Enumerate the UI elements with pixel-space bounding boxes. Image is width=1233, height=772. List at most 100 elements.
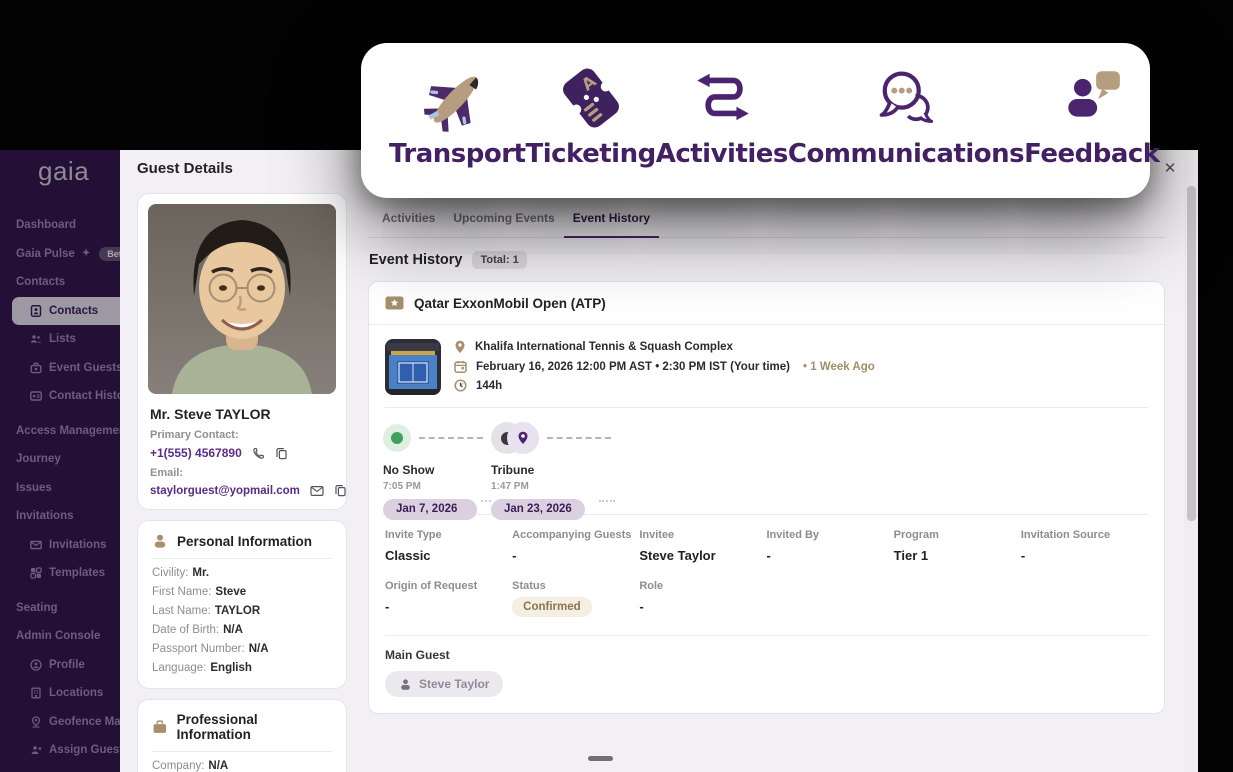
company-value: N/A <box>208 760 228 772</box>
personal-information-card: Personal Information Civility:Mr. First … <box>137 520 347 689</box>
sidebar-item-access-management[interactable]: Access Management <box>0 417 120 446</box>
modal-item-feedback[interactable]: Feedback <box>1024 59 1159 198</box>
invite-details-grid: Invite TypeClassic Accompanying Guests- … <box>369 515 1164 635</box>
email-icon[interactable] <box>310 485 324 497</box>
event-history-heading: Event History <box>369 252 462 268</box>
sidebar-section-admin-console[interactable]: Admin Console <box>0 622 120 651</box>
contact-badge-icon <box>30 305 42 317</box>
modal-item-activities[interactable]: Activities <box>656 59 788 198</box>
detail-accompanying-guests: Accompanying Guests- <box>512 529 639 563</box>
scrollbar-track[interactable] <box>1184 150 1198 772</box>
guest-briefcase-icon <box>30 362 42 374</box>
page-title: Guest Details <box>137 160 233 177</box>
history-card-icon <box>30 390 42 402</box>
sidebar-item-locations[interactable]: Locations <box>0 679 120 708</box>
professional-info-title: Professional Information <box>177 712 332 742</box>
timeline-step-no-show: No Show 7:05 PM Jan 7, 2026 <box>383 422 477 520</box>
app-window: gaia Dashboard Gaia Pulse ✦ Beta Contact… <box>0 0 1233 772</box>
guest-summary-column: Mr. Steve TAYLOR Primary Contact: +1(555… <box>137 193 347 772</box>
timeline-step-tribune: Tribune 1:47 PM Jan 23, 2026 <box>491 422 585 520</box>
copy-email-icon[interactable] <box>334 484 347 497</box>
sidebar-item-dashboard[interactable]: Dashboard <box>0 211 120 240</box>
event-timeline: No Show 7:05 PM Jan 7, 2026 <box>369 408 1164 514</box>
detail-role: Role- <box>639 580 766 617</box>
guest-photo-card: Mr. Steve TAYLOR Primary Contact: +1(555… <box>137 193 347 510</box>
detail-program: ProgramTier 1 <box>894 529 1021 563</box>
people-icon <box>30 333 42 345</box>
person-speech-icon <box>1059 59 1125 137</box>
sidebar-item-lists[interactable]: Lists <box>0 325 120 354</box>
detail-origin-of-request: Origin of Request- <box>385 580 512 617</box>
phone-icon[interactable] <box>252 447 265 460</box>
tab-event-history[interactable]: Event History <box>564 202 659 237</box>
total-badge: Total: 1 <box>472 251 526 269</box>
person-icon <box>399 678 412 691</box>
guest-email[interactable]: staylorguest@yopmail.com <box>150 485 300 497</box>
envelope-icon <box>30 539 42 551</box>
clock-icon <box>454 379 467 392</box>
sidebar-item-event-guests[interactable]: Event Guests <box>0 354 120 383</box>
event-thumbnail <box>385 339 441 395</box>
green-status-dot <box>383 424 411 452</box>
guest-name: Mr. Steve TAYLOR <box>150 406 334 422</box>
chat-bubbles-icon <box>872 59 940 137</box>
civility-value: Mr. <box>192 567 209 579</box>
beta-badge: Beta <box>99 247 120 261</box>
sidebar-item-contact-history[interactable]: Contact History <box>0 382 120 411</box>
sidebar-item-profile[interactable]: Profile <box>0 651 120 680</box>
detail-invitee: InviteeSteve Taylor <box>639 529 766 563</box>
timeline-date-pill: Jan 7, 2026 <box>383 499 477 520</box>
briefcase-icon <box>152 719 168 735</box>
scrollbar-thumb[interactable] <box>1187 186 1196 521</box>
calendar-icon <box>454 360 467 373</box>
personal-info-title: Personal Information <box>177 534 312 549</box>
sparkle-icon: ✦ <box>82 248 90 259</box>
professional-information-card: Professional Information Company:N/A <box>137 699 347 772</box>
drag-handle[interactable] <box>588 756 613 761</box>
event-ticket-icon <box>385 295 404 311</box>
tab-upcoming-events[interactable]: Upcoming Events <box>444 202 563 237</box>
location-pin-icon <box>454 340 466 354</box>
sidebar-section-invitations[interactable]: Invitations <box>0 502 120 531</box>
sidebar-item-assign-guest-data[interactable]: Assign Guest Data <box>0 736 120 765</box>
sidebar-item-gaia-pulse[interactable]: Gaia Pulse ✦ Beta <box>0 240 120 269</box>
event-card: Qatar ExxonMobil Open (ATP) <box>368 281 1165 714</box>
last-name-value: TAYLOR <box>215 605 260 617</box>
guest-details-panel: Guest Details ✕ <box>120 150 1198 772</box>
profile-icon <box>30 659 42 671</box>
close-icon[interactable]: ✕ <box>1158 156 1182 180</box>
event-venue: Khalifa International Tennis & Squash Co… <box>475 341 733 353</box>
detail-invite-type: Invite TypeClassic <box>385 529 512 563</box>
modal-item-transport[interactable]: Transport <box>389 59 525 198</box>
dob-value: N/A <box>223 624 243 636</box>
sidebar-item-contacts[interactable]: Contacts <box>12 297 120 326</box>
event-history-column: Activities Upcoming Events Event History… <box>368 202 1165 714</box>
timeline-date-pill: Jan 23, 2026 <box>491 499 585 520</box>
tab-bar: Activities Upcoming Events Event History <box>368 202 1165 238</box>
sidebar-item-journey[interactable]: Journey <box>0 445 120 474</box>
first-name-value: Steve <box>215 586 246 598</box>
copy-phone-icon[interactable] <box>275 447 288 460</box>
gaia-logo: gaia <box>0 150 120 187</box>
main-guest-label: Main Guest <box>385 648 1148 662</box>
sidebar-item-issues[interactable]: Issues <box>0 474 120 503</box>
main-guest-chip[interactable]: Steve Taylor <box>385 671 503 697</box>
assign-guest-icon <box>30 744 42 756</box>
detail-invitation-source: Invitation Source- <box>1021 529 1148 563</box>
sidebar-section-contacts[interactable]: Contacts <box>0 268 120 297</box>
sidebar-item-templates[interactable]: Templates <box>0 559 120 588</box>
sidebar-item-invitations[interactable]: Invitations <box>0 531 120 560</box>
guest-photo <box>148 204 336 394</box>
event-duration: 144h <box>476 380 502 392</box>
sidebar-item-seating[interactable]: Seating <box>0 594 120 623</box>
templates-grid-icon <box>30 567 42 579</box>
sidebar-item-geofence-manager[interactable]: Geofence Manager <box>0 708 120 737</box>
geofence-pin-icon <box>30 716 42 728</box>
event-datetime: February 16, 2026 12:00 PM AST • 2:30 PM… <box>476 361 790 373</box>
modal-item-ticketing[interactable]: A Ticketing <box>525 59 655 198</box>
primary-contact-label: Primary Contact: <box>150 429 334 441</box>
guest-phone[interactable]: +1(555) 4567890 <box>150 446 242 460</box>
modal-item-communications[interactable]: Communications <box>788 59 1024 198</box>
ticket-icon: A <box>556 59 626 137</box>
tab-activities[interactable]: Activities <box>373 202 444 237</box>
